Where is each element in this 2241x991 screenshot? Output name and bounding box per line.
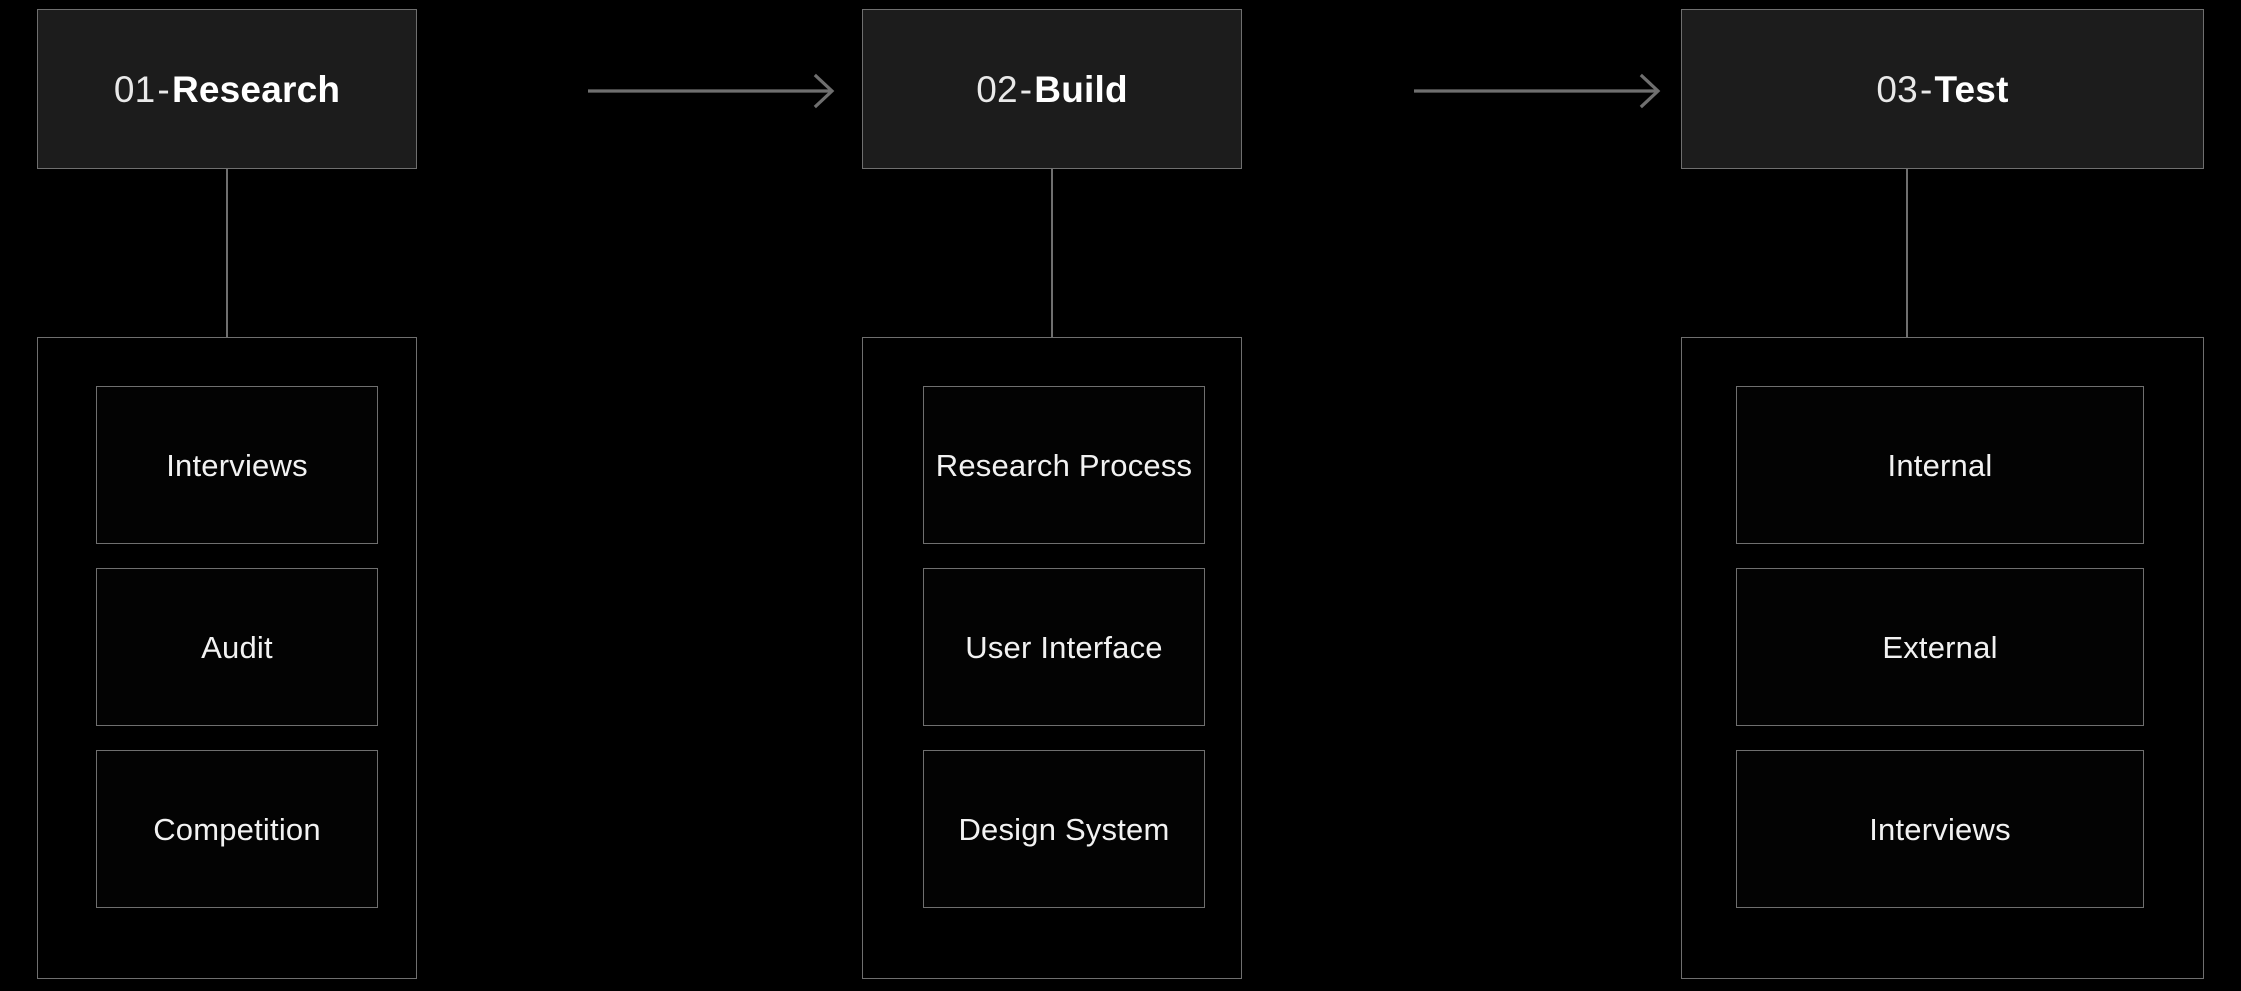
stage-header-1-separator: -	[157, 68, 170, 110]
stage-2-item-3-label: Design System	[958, 811, 1170, 847]
stage-header-3-separator: -	[1919, 68, 1933, 110]
arrow-right-icon-stage-1-to-2	[588, 72, 836, 112]
stage-header-2-separator: -	[1019, 68, 1033, 110]
stage-column-1: 01-Research Interviews Audit Competition	[37, 0, 417, 991]
stage-header-2-name: Build	[1034, 68, 1128, 110]
stage-group-1: Interviews Audit Competition	[37, 337, 417, 979]
stage-1-item-3[interactable]: Competition	[96, 750, 378, 908]
stage-column-2: 02-Build Research Process User Interface…	[862, 0, 1242, 991]
stage-2-item-2-label: User Interface	[965, 629, 1163, 665]
stage-header-1-title: 01-Research	[114, 71, 340, 108]
stage-header-2-title: 02-Build	[976, 71, 1128, 108]
stage-header-2-index: 02	[976, 68, 1018, 110]
stage-3-item-1[interactable]: Internal	[1736, 386, 2144, 544]
stage-2-item-1-label: Research Process	[935, 447, 1193, 483]
stage-2-item-3[interactable]: Design System	[923, 750, 1205, 908]
stage-3-item-2-label: External	[1882, 629, 1998, 665]
stage-1-item-3-label: Competition	[153, 811, 321, 847]
stage-3-item-3[interactable]: Interviews	[1736, 750, 2144, 908]
stage-header-3-title: 03-Test	[1876, 71, 2008, 108]
stage-header-3-name: Test	[1934, 68, 2009, 110]
stage-group-3: Internal External Interviews	[1681, 337, 2204, 979]
stage-1-item-2[interactable]: Audit	[96, 568, 378, 726]
stage-2-item-2[interactable]: User Interface	[923, 568, 1205, 726]
stage-1-item-2-label: Audit	[201, 629, 273, 665]
stage-3-item-2[interactable]: External	[1736, 568, 2144, 726]
connector-vertical-3	[1906, 169, 1908, 337]
stage-header-1[interactable]: 01-Research	[37, 9, 417, 169]
stage-2-item-1[interactable]: Research Process	[923, 386, 1205, 544]
stage-1-item-1[interactable]: Interviews	[96, 386, 378, 544]
stage-header-1-index: 01	[113, 68, 156, 110]
stage-3-item-1-label: Internal	[1887, 447, 1993, 483]
stage-3-item-3-label: Interviews	[1869, 811, 2011, 847]
stage-header-3[interactable]: 03-Test	[1681, 9, 2204, 169]
arrow-right-icon-stage-2-to-3	[1414, 72, 1662, 112]
stage-1-item-1-label: Interviews	[166, 447, 308, 483]
stage-column-3: 03-Test Internal External Interviews	[1681, 0, 2204, 991]
process-flow-diagram: 01-Research Interviews Audit Competition	[0, 0, 2241, 991]
connector-vertical-2	[1051, 169, 1053, 337]
stage-header-3-index: 03	[1876, 68, 1918, 110]
connector-vertical-1	[226, 169, 228, 337]
stage-header-1-name: Research	[171, 68, 341, 110]
stage-group-2: Research Process User Interface Design S…	[862, 337, 1242, 979]
stage-header-2[interactable]: 02-Build	[862, 9, 1242, 169]
